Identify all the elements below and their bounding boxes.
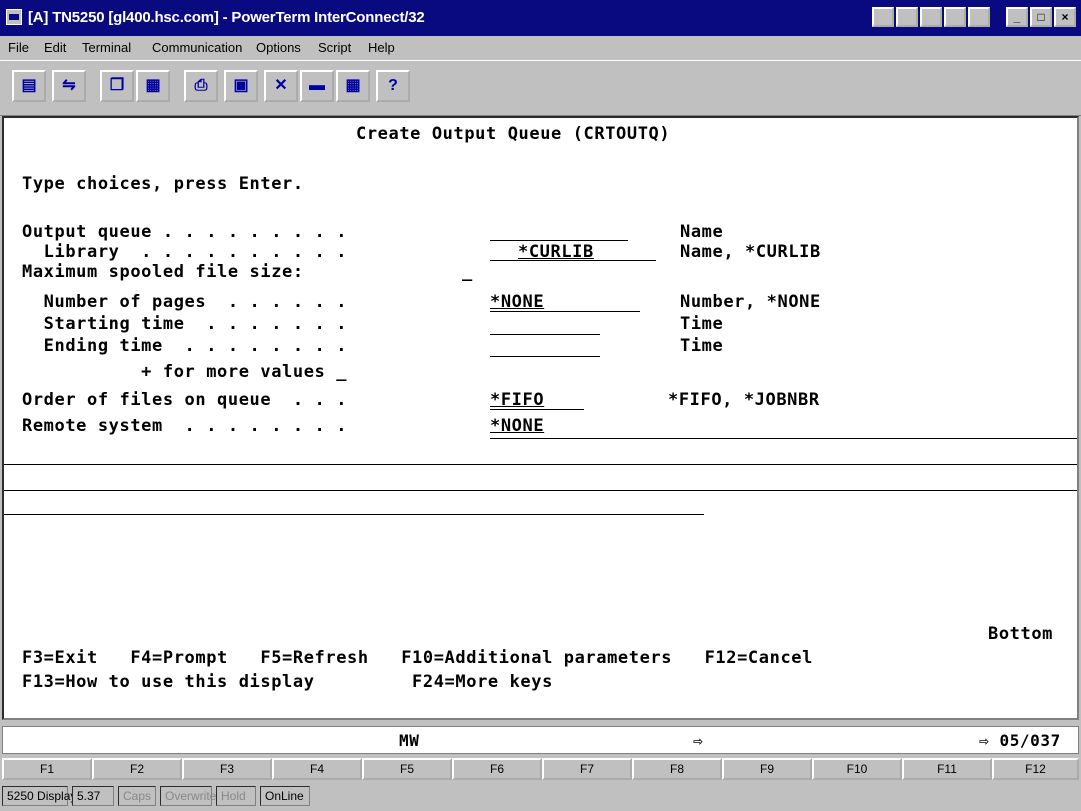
more-values-label: + for more values _: [22, 362, 348, 382]
app-icon[interactable]: [6, 9, 22, 25]
max-spooled-field[interactable]: _: [462, 262, 473, 282]
tray-icon-3[interactable]: [920, 7, 942, 27]
ending-time-label: Ending time . . . . . . . .: [22, 336, 348, 356]
window-title: [A] TN5250 [gl400.hsc.com] - PowerTerm I…: [28, 9, 425, 26]
number-of-pages-underline: [490, 311, 640, 312]
ending-time-hint: Time: [680, 336, 724, 356]
grid-icon[interactable]: ▦: [336, 70, 370, 102]
continuation-line-1[interactable]: [4, 464, 1077, 465]
status-hold: Hold: [216, 786, 256, 806]
fkey-f6[interactable]: F6: [452, 758, 542, 780]
menu-communication[interactable]: Communication: [152, 40, 242, 55]
fkey-f9[interactable]: F9: [722, 758, 812, 780]
fkey-f2[interactable]: F2: [92, 758, 182, 780]
oia-arrow-icon: ⇨: [693, 731, 704, 750]
function-keys-line-2: F13=How to use this display F24=More key…: [22, 672, 553, 692]
status-session-type: 5250 Display: [2, 786, 76, 806]
ending-time-field[interactable]: [490, 356, 600, 357]
order-of-files-label: Order of files on queue . . .: [22, 390, 348, 410]
status-overwrite: Overwrite: [160, 786, 216, 806]
output-queue-field[interactable]: [490, 240, 628, 241]
continuation-line-2[interactable]: [4, 490, 1077, 491]
screen-icon[interactable]: ▣: [224, 70, 258, 102]
fkey-f8[interactable]: F8: [632, 758, 722, 780]
library-hint: Name, *CURLIB: [680, 242, 821, 262]
fkey-f12[interactable]: F12: [992, 758, 1079, 780]
function-key-bar: F1 F2 F3 F4 F5 F6 F7 F8 F9 F10 F11 F12: [2, 758, 1079, 780]
output-queue-label: Output queue . . . . . . . . .: [22, 222, 348, 242]
tray-icon-2[interactable]: [896, 7, 918, 27]
library-field[interactable]: *CURLIB: [518, 242, 594, 262]
function-keys-line-1: F3=Exit F4=Prompt F5=Refresh F10=Additio…: [22, 648, 813, 668]
menu-file[interactable]: File: [8, 40, 29, 55]
status-area: MW ⇨ ⇨ 05/037 F1 F2 F3 F4 F5 F6 F7 F8 F9…: [0, 720, 1081, 811]
remote-system-field[interactable]: *NONE: [490, 416, 544, 436]
starting-time-label: Starting time . . . . . . .: [22, 314, 348, 334]
tray-icon-1[interactable]: [872, 7, 894, 27]
printer-icon[interactable]: ⎙: [184, 70, 218, 102]
remote-system-label: Remote system . . . . . . . .: [22, 416, 348, 436]
fkey-f1[interactable]: F1: [2, 758, 92, 780]
fkey-f11[interactable]: F11: [902, 758, 992, 780]
screen-title: Create Output Queue (CRTOUTQ): [356, 124, 671, 144]
max-spooled-label: Maximum spooled file size:: [22, 262, 304, 282]
instruction-text: Type choices, press Enter.: [22, 174, 304, 194]
menu-bar: File Edit Terminal Communication Options…: [0, 36, 1081, 60]
library-underline: [490, 260, 656, 261]
minimize-button[interactable]: _: [1006, 7, 1028, 27]
print-screen-icon[interactable]: ▤: [12, 70, 46, 102]
menu-terminal[interactable]: Terminal: [82, 40, 131, 55]
toolbar: ▤ ⇋ ❐ ▦ ⎙ ▣ ✕ ▬ ▦ ?: [0, 60, 1081, 116]
fkey-f3[interactable]: F3: [182, 758, 272, 780]
status-bar: 5250 Display 5.37 Caps Overwrite Hold On…: [2, 784, 1079, 808]
fkey-f4[interactable]: F4: [272, 758, 362, 780]
fkey-f10[interactable]: F10: [812, 758, 902, 780]
paste-icon[interactable]: ▦: [136, 70, 170, 102]
menu-edit[interactable]: Edit: [44, 40, 66, 55]
continuation-line-3[interactable]: [4, 514, 704, 515]
output-queue-hint: Name: [680, 222, 724, 242]
cursor-position: ⇨ 05/037: [979, 731, 1061, 750]
number-of-pages-hint: Number, *NONE: [680, 292, 821, 312]
menu-help[interactable]: Help: [368, 40, 395, 55]
tray-icon-5[interactable]: [968, 7, 990, 27]
operator-info-area: MW ⇨ ⇨ 05/037: [2, 726, 1079, 754]
bottom-indicator: Bottom: [988, 624, 1054, 644]
starting-time-field[interactable]: [490, 334, 600, 335]
terminal-screen[interactable]: Create Output Queue (CRTOUTQ) Type choic…: [2, 116, 1079, 720]
copy-icon[interactable]: ❐: [100, 70, 134, 102]
fkey-f5[interactable]: F5: [362, 758, 452, 780]
order-of-files-hint: *FIFO, *JOBNBR: [668, 390, 820, 410]
status-online: OnLine: [260, 786, 310, 806]
help-icon[interactable]: ?: [376, 70, 410, 102]
connect-icon[interactable]: ⇋: [52, 70, 86, 102]
number-of-pages-label: Number of pages . . . . . .: [22, 292, 348, 312]
number-of-pages-field[interactable]: *NONE: [490, 292, 544, 312]
menu-script[interactable]: Script: [318, 40, 351, 55]
status-caps: Caps: [118, 786, 156, 806]
menu-options[interactable]: Options: [256, 40, 301, 55]
keyboard-icon[interactable]: ▬: [300, 70, 334, 102]
close-button[interactable]: ×: [1054, 7, 1076, 27]
fkey-f7[interactable]: F7: [542, 758, 632, 780]
remote-system-underline: [490, 438, 1077, 439]
settings-icon[interactable]: ✕: [264, 70, 298, 102]
library-label: Library . . . . . . . . . .: [22, 242, 348, 262]
title-bar: [A] TN5250 [gl400.hsc.com] - PowerTerm I…: [0, 0, 1081, 36]
tray-icon-4[interactable]: [944, 7, 966, 27]
oia-mode: MW: [399, 731, 420, 750]
order-of-files-field[interactable]: *FIFO: [490, 390, 544, 410]
maximize-button[interactable]: □: [1030, 7, 1052, 27]
starting-time-hint: Time: [680, 314, 724, 334]
status-time: 5.37: [72, 786, 114, 806]
order-of-files-underline: [490, 409, 584, 410]
